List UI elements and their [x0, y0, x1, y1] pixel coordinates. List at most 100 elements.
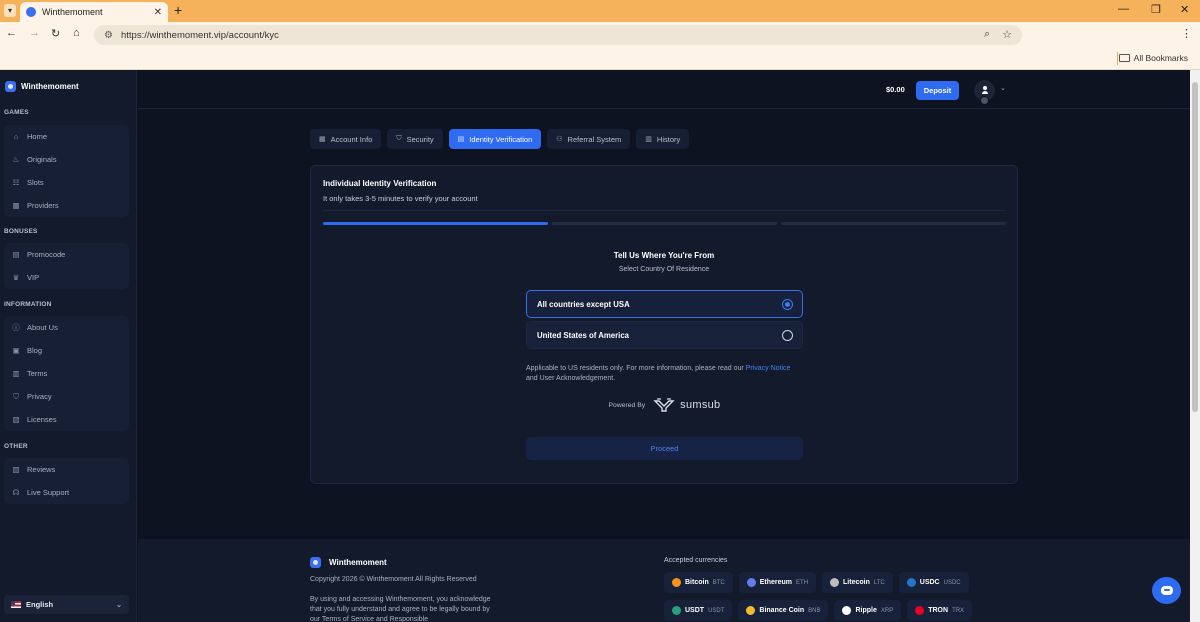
sidebar-item-live-support[interactable]: ☊ Live Support — [4, 481, 129, 504]
sumsub-logo[interactable]: sumsub — [653, 398, 720, 412]
sidebar-item-label: Providers — [27, 201, 59, 210]
chevron-down-icon[interactable]: ⌄ — [1000, 84, 1006, 92]
language-select[interactable]: English ⌄ — [4, 595, 129, 614]
sidebar-item-vip[interactable]: ♛ VIP — [4, 266, 129, 289]
site-info-icon[interactable]: ⚙ — [104, 30, 113, 41]
close-window-icon[interactable]: ✕ — [1180, 3, 1189, 16]
page-scrollbar[interactable] — [1190, 70, 1200, 622]
currency-symbol: USDC — [943, 579, 961, 586]
note-text: and User Acknowledgement. — [526, 374, 616, 382]
sidebar-item-privacy[interactable]: ⛉ Privacy — [4, 385, 129, 408]
home-icon[interactable]: ⌂ — [73, 27, 80, 39]
us-residents-note: Applicable to US residents only. For mor… — [526, 364, 803, 383]
currency-name: TRON — [928, 607, 949, 614]
close-tab-icon[interactable]: ✕ — [154, 7, 162, 18]
tab-security[interactable]: ⛉ Security — [387, 129, 443, 149]
tab-identity-verification[interactable]: ▤ Identity Verification — [448, 129, 542, 149]
all-bookmarks-button[interactable]: All Bookmarks — [1118, 53, 1188, 63]
sidebar-item-label: Privacy — [27, 392, 52, 401]
currency-chip: USDC USDC — [898, 572, 969, 593]
nav-group-information: ⓘ About Us ▣ Blog ▥ Terms ⛉ Privacy ▧ License… — [4, 316, 129, 431]
note-text: Applicable to US residents only. For mor… — [526, 365, 746, 372]
tab-label: Identity Verification — [469, 134, 533, 144]
country-option-non-usa[interactable]: All countries except USA — [526, 290, 803, 318]
currency-icon — [830, 578, 840, 587]
kyc-subtitle: It only takes 3-5 minutes to verify your… — [323, 194, 478, 203]
radio-button[interactable] — [782, 330, 793, 341]
tab-account-info[interactable]: ▦ Account Info — [310, 129, 382, 149]
currency-name: Ripple — [855, 607, 877, 614]
browser-tab-title: Winthemoment — [42, 7, 103, 17]
currencies-title: Accepted currencies — [664, 557, 728, 564]
terms-text: By using and accessing Winthemoment, you… — [310, 596, 491, 622]
scrollbar-thumb[interactable] — [1192, 82, 1198, 412]
progress-step — [323, 222, 548, 225]
top-header: $0.00 Deposit ⌄ — [138, 70, 1190, 109]
country-option-usa[interactable]: United States of America — [526, 321, 803, 349]
sidebar-item-label: Reviews — [27, 465, 56, 474]
currency-icon — [906, 578, 916, 587]
history-icon: ▥ — [645, 136, 652, 143]
new-tab-icon[interactable]: + — [174, 2, 182, 18]
sidebar-item-licenses[interactable]: ▧ Licenses — [4, 408, 129, 431]
address-bar[interactable]: ⚙ https://winthemoment.vip/account/kyc ⌕… — [94, 25, 1022, 45]
id-card-icon: ▤ — [457, 136, 465, 143]
currency-icon — [672, 578, 681, 587]
balance: $0.00 — [886, 85, 905, 94]
minimize-icon[interactable]: — — [1118, 3, 1129, 15]
footer-brand[interactable]: Winthemoment — [310, 557, 387, 568]
divider — [323, 210, 1006, 211]
brand[interactable]: Winthemoment — [5, 81, 79, 92]
sidebar-item-label: Licenses — [27, 415, 57, 424]
bookmarks-bar: All Bookmarks — [0, 48, 1200, 70]
deposit-button[interactable]: Deposit — [916, 81, 959, 100]
section-title-information: INFORMATION — [4, 301, 52, 308]
sidebar-item-about-us[interactable]: ⓘ About Us — [4, 316, 129, 339]
sidebar-item-label: Promocode — [27, 250, 66, 259]
currency-icon — [842, 606, 852, 615]
browser-tab[interactable]: Winthemoment ✕ — [20, 2, 168, 22]
nav-group-games: ⌂ Home ♨ Originals ☷ Slots ▦ Providers — [4, 125, 129, 217]
kyc-progress — [323, 222, 1006, 225]
browser-menu-icon[interactable]: ⋮ — [1181, 27, 1192, 40]
tab-label: History — [656, 134, 681, 144]
sidebar-item-home[interactable]: ⌂ Home — [4, 125, 129, 148]
currency-row: Bitcoin BTC Ethereum ETH Litecoin LTC USDC USDC — [664, 572, 969, 593]
progress-step — [781, 222, 1006, 225]
browser-tab-bar: ▾ Winthemoment ✕ + — ❐ ✕ — [0, 0, 1200, 22]
chat-button[interactable] — [1152, 577, 1181, 604]
sidebar-item-terms[interactable]: ▥ Terms — [4, 362, 129, 385]
proceed-button[interactable]: Proceed — [526, 437, 803, 460]
chevron-down-icon: ⌄ — [116, 601, 122, 609]
bookmark-star-icon[interactable]: ☆ — [1002, 28, 1012, 41]
shield-icon: ⛉ — [396, 135, 402, 142]
nav-group-other: ▨ Reviews ☊ Live Support — [4, 458, 129, 504]
zoom-icon[interactable]: ⌕ — [984, 28, 990, 41]
forward-icon[interactable]: → — [29, 27, 40, 39]
back-icon[interactable]: ← — [6, 27, 17, 39]
sidebar-item-label: Blog — [27, 346, 43, 355]
sidebar-item-providers[interactable]: ▦ Providers — [4, 194, 129, 217]
tab-history[interactable]: ▥ History — [636, 129, 690, 149]
maximize-icon[interactable]: ❐ — [1151, 3, 1161, 16]
tab-label: Security — [406, 134, 434, 144]
sidebar-item-promocode[interactable]: ▤ Promocode — [4, 243, 129, 266]
tab-search-button[interactable]: ▾ — [4, 4, 16, 17]
currency-chip: Binance Coin BNB — [738, 600, 829, 621]
sidebar-item-blog[interactable]: ▣ Blog — [4, 339, 129, 362]
question-title: Tell Us Where You're From — [613, 251, 715, 260]
reviews-icon: ▨ — [12, 465, 20, 474]
tab-referral-system[interactable]: ⚇ Referral System — [547, 129, 631, 149]
reload-icon[interactable]: ↻ — [51, 27, 60, 40]
privacy-notice-link[interactable]: Privacy Notice — [746, 365, 791, 372]
radio-button[interactable] — [782, 299, 793, 310]
sidebar-item-originals[interactable]: ♨ Originals — [4, 148, 129, 171]
sidebar-item-reviews[interactable]: ▨ Reviews — [4, 458, 129, 481]
sidebar-item-label: Slots — [27, 178, 44, 187]
currency-chip: TRON TRX — [907, 600, 973, 621]
level-badge-icon — [980, 96, 989, 105]
powered-by: Powered By sumsub — [526, 398, 803, 412]
account-tabs: ▦ Account Info ⛉ Security ▤ Identity Verifi… — [310, 129, 690, 149]
sidebar-item-slots[interactable]: ☷ Slots — [4, 171, 129, 194]
currency-name: Litecoin — [843, 579, 870, 586]
